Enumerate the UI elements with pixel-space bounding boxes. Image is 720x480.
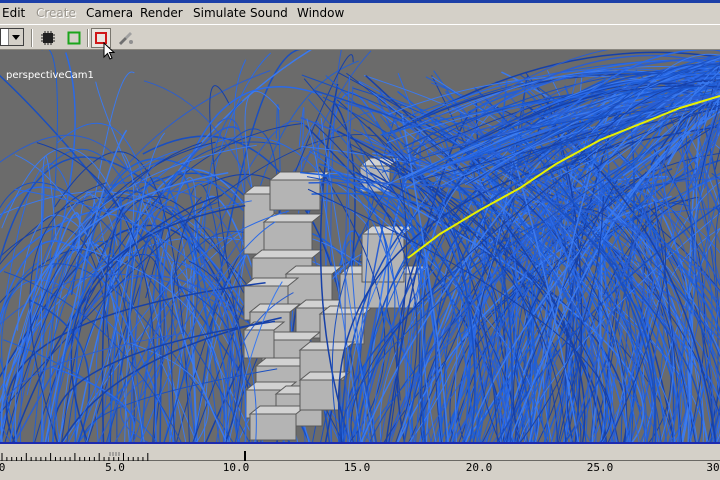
camera-name-label: perspectiveCam1: [6, 70, 94, 81]
green-square-button[interactable]: [64, 28, 84, 48]
tick-label: 15.0: [343, 461, 371, 474]
chip-icon-button[interactable]: [38, 28, 58, 48]
mouse-cursor-icon: [103, 42, 116, 60]
tower-block: [269, 179, 321, 211]
menu-create[interactable]: Create: [36, 6, 76, 20]
tower-block-top: [250, 249, 324, 259]
menu-edit[interactable]: Edit: [2, 6, 25, 20]
tick-label: 0: [0, 461, 6, 474]
menu-sound[interactable]: Sound: [250, 6, 288, 20]
current-time-marker: [244, 451, 246, 461]
tick-label: 25.0: [586, 461, 614, 474]
menu-simulate[interactable]: Simulate: [193, 6, 246, 20]
chevron-down-icon[interactable]: [8, 29, 23, 45]
tick-label: 5.0: [105, 461, 125, 474]
time-slider[interactable]: 0 5.0 10.0 15.0 20.0 25.0 30: [0, 444, 720, 480]
viewport-scene: [0, 50, 720, 442]
panel-select-dropdown[interactable]: [0, 28, 24, 46]
toolbar-separator: [31, 29, 33, 47]
tower-block-top: [248, 405, 308, 415]
chip-icon: [41, 31, 55, 45]
menu-render[interactable]: Render: [140, 6, 183, 20]
tick-label: 20.0: [465, 461, 493, 474]
paint-brush-button[interactable]: [116, 28, 136, 48]
perspective-viewport[interactable]: perspectiveCam1: [0, 50, 720, 442]
toolbar-separator: [87, 29, 89, 47]
tower-block: [249, 413, 297, 441]
tick-label: 30: [706, 461, 720, 474]
tower-block-top: [284, 265, 344, 275]
tower-block-top: [268, 171, 332, 181]
tower-block-top: [262, 213, 324, 223]
menu-window[interactable]: Window: [297, 6, 344, 20]
green-square-icon: [67, 31, 81, 45]
tick-label: 10.0: [222, 461, 250, 474]
menu-camera[interactable]: Camera: [86, 6, 133, 20]
paint-brush-icon: [119, 32, 133, 45]
time-ruler: [0, 451, 720, 461]
menubar: Edit Create Camera Render Simulate Sound…: [0, 3, 720, 24]
